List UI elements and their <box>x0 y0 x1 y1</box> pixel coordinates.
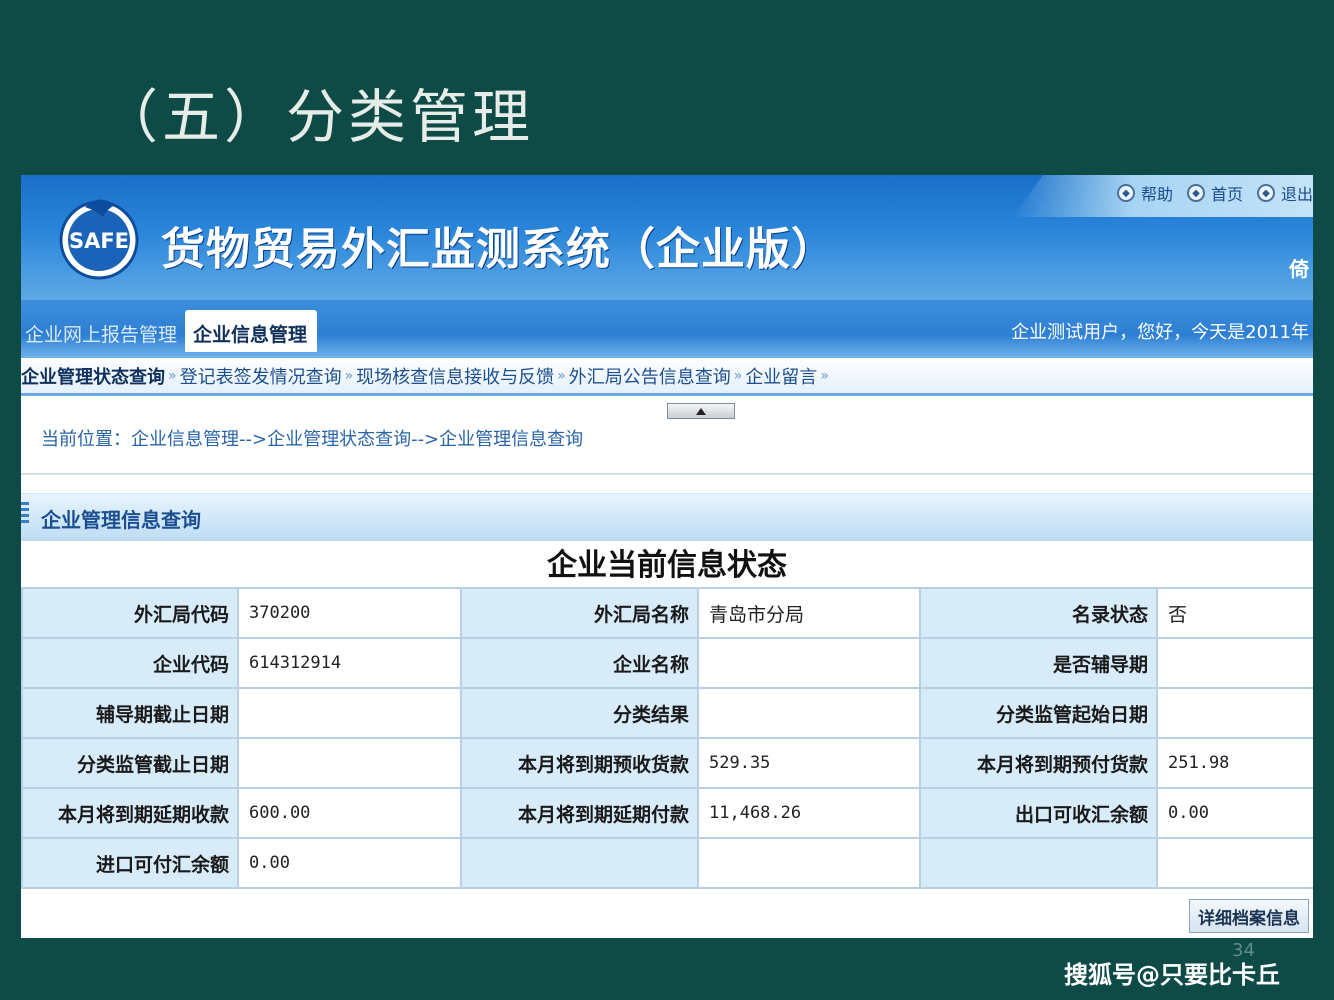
help-link[interactable]: ◆ 帮助 <box>1116 181 1173 205</box>
field-value <box>1156 687 1313 739</box>
home-link-label: 首页 <box>1210 185 1243 204</box>
field-label: 是否辅导期 <box>919 637 1158 689</box>
field-label: 出口可收汇余额 <box>919 787 1158 839</box>
logout-link[interactable]: ◆ 退出 <box>1256 181 1313 205</box>
field-value <box>697 837 921 889</box>
field-label: 分类结果 <box>460 687 699 739</box>
table-row: 分类监管截止日期 本月将到期预收货款 529.35 本月将到期预付货款 251.… <box>21 737 1313 789</box>
subnav-registration-query[interactable]: 登记表签发情况查询 <box>180 363 342 389</box>
field-value: 529.35 <box>697 737 921 789</box>
field-label: 外汇局名称 <box>460 587 699 639</box>
field-label: 本月将到期预收货款 <box>460 737 699 789</box>
location-bar: 当前位置：企业信息管理-->企业管理状态查询-->企业管理信息查询 <box>21 419 1313 475</box>
field-label <box>919 837 1158 889</box>
field-value: 青岛市分局 <box>697 587 921 639</box>
subnav-separator: » <box>733 367 743 384</box>
subnav-announcement-query[interactable]: 外汇局公告信息查询 <box>569 363 731 389</box>
tab-online-report[interactable]: 企业网上报告管理 <box>21 310 185 352</box>
breadcrumb: 当前位置：企业信息管理-->企业管理状态查询-->企业管理信息查询 <box>41 429 584 450</box>
field-label: 名录状态 <box>919 587 1158 639</box>
table-row: 辅导期截止日期 分类结果 分类监管起始日期 <box>21 687 1313 739</box>
field-value <box>697 637 921 689</box>
field-value <box>237 737 462 789</box>
top-links: ◆ 帮助 ◆ 首页 ◆ 退出 <box>1116 181 1313 205</box>
field-label: 进口可付汇余额 <box>21 837 239 889</box>
field-label: 企业代码 <box>21 637 239 689</box>
field-value: 0.00 <box>1156 787 1313 839</box>
section-header: 企业管理信息查询 <box>21 493 1313 541</box>
collapse-toggle[interactable] <box>667 403 735 419</box>
slide-title: （五）分类管理 <box>100 83 535 151</box>
field-value: 600.00 <box>237 787 462 839</box>
field-value: 11,468.26 <box>697 787 921 839</box>
field-value <box>1156 837 1313 889</box>
field-label <box>460 837 699 889</box>
table-title: 企业当前信息状态 <box>547 548 787 583</box>
field-label: 企业名称 <box>460 637 699 689</box>
field-label: 本月将到期预付货款 <box>919 737 1158 789</box>
system-title: 货物贸易外汇监测系统（企业版） <box>161 224 836 275</box>
tab-enterprise-info[interactable]: 企业信息管理 <box>185 310 318 352</box>
app-header: SAFE 货物贸易外汇监测系统（企业版） ◆ 帮助 ◆ 首页 ◆ 退出 倚 <box>21 175 1313 300</box>
user-greeting: 企业测试用户，您好，今天是2011年 <box>1011 322 1309 343</box>
field-label: 分类监管截止日期 <box>21 737 239 789</box>
subnav-separator: » <box>344 367 354 384</box>
section-title: 企业管理信息查询 <box>41 508 201 532</box>
subnav-message[interactable]: 企业留言 <box>745 363 817 389</box>
home-icon: ◆ <box>1186 184 1205 202</box>
field-value: 0.00 <box>237 837 462 889</box>
header-edge-text: 倚 <box>1289 257 1309 281</box>
field-label: 本月将到期延期付款 <box>460 787 699 839</box>
logout-link-label: 退出 <box>1280 185 1313 204</box>
logo-text: SAFE <box>69 229 129 253</box>
section-marker-icon <box>21 502 29 526</box>
sub-nav: 企业管理状态查询 » 登记表签发情况查询 » 现场核查信息接收与反馈 » 外汇局… <box>21 358 1313 396</box>
app-screenshot: SAFE 货物贸易外汇监测系统（企业版） ◆ 帮助 ◆ 首页 ◆ 退出 倚 企业… <box>21 175 1313 938</box>
subnav-separator: » <box>168 367 177 384</box>
help-link-label: 帮助 <box>1140 185 1173 204</box>
field-label: 分类监管起始日期 <box>919 687 1158 739</box>
field-value: 251.98 <box>1156 737 1313 789</box>
watermark: 搜狐号@只要比卡丘 <box>1064 961 1280 989</box>
table-row: 企业代码 614312914 企业名称 是否辅导期 <box>21 637 1313 689</box>
help-icon: ◆ <box>1116 184 1135 202</box>
table-row: 进口可付汇余额 0.00 <box>21 837 1313 889</box>
field-value <box>237 687 462 739</box>
module-tab-bar: 企业网上报告管理 企业信息管理 企业测试用户，您好，今天是2011年 <box>21 300 1313 358</box>
subnav-separator: » <box>557 367 566 384</box>
logout-icon: ◆ <box>1256 184 1275 202</box>
subnav-inspection-feedback[interactable]: 现场核查信息接收与反馈 <box>356 363 554 389</box>
field-label: 外汇局代码 <box>21 587 239 639</box>
field-value: 否 <box>1156 587 1313 639</box>
subnav-status-query[interactable]: 企业管理状态查询 <box>21 363 165 389</box>
field-value <box>1156 637 1313 689</box>
field-label: 辅导期截止日期 <box>21 687 239 739</box>
field-value: 370200 <box>237 587 462 639</box>
safe-logo-icon: SAFE <box>59 199 139 280</box>
field-label: 本月将到期延期收款 <box>21 787 239 839</box>
home-link[interactable]: ◆ 首页 <box>1186 181 1243 205</box>
table-row: 本月将到期延期收款 600.00 本月将到期延期付款 11,468.26 出口可… <box>21 787 1313 839</box>
chevron-up-icon <box>696 407 706 415</box>
field-value: 614312914 <box>237 637 462 689</box>
table-row: 外汇局代码 370200 外汇局名称 青岛市分局 名录状态 否 <box>21 587 1313 639</box>
subnav-separator: » <box>820 367 829 384</box>
enterprise-info-table: 外汇局代码 370200 外汇局名称 青岛市分局 名录状态 否 企业代码 614… <box>21 587 1313 889</box>
detail-record-button[interactable]: 详细档案信息 <box>1189 899 1309 933</box>
field-value <box>697 687 921 739</box>
